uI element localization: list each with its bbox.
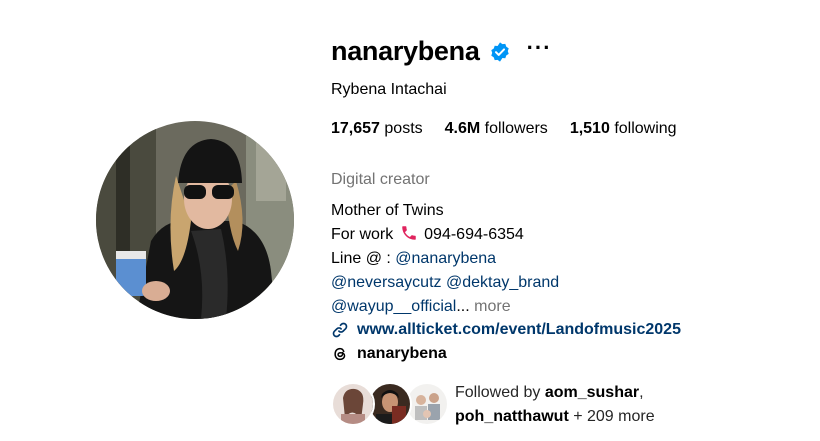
mutual-avatars [331, 382, 449, 426]
mention-link[interactable]: @neversaycutz [331, 274, 442, 291]
threads-handle-link[interactable]: nanarybena [357, 345, 447, 363]
posts-count: 17,657 [331, 120, 380, 137]
username: nanarybena [331, 36, 480, 66]
bio-line-1: Mother of Twins [331, 202, 444, 219]
profile-stats: 17,657 posts 4.6M followers 1,510 follow… [331, 120, 699, 138]
mention-link[interactable]: @wayup__official [331, 298, 456, 315]
avatar-image [96, 121, 294, 319]
bio-phone-number: 094-694-6354 [424, 226, 524, 243]
link-icon [332, 322, 348, 338]
mention-link[interactable]: @nanarybena [395, 250, 496, 267]
mention-link[interactable]: @dektay_brand [446, 274, 559, 291]
bio-line-5: @wayup__official... more [331, 295, 559, 319]
more-options-button[interactable]: ··· [527, 36, 552, 58]
follower-username[interactable]: aom_sushar [545, 384, 639, 401]
website-link-row[interactable]: www.allticket.com/event/Landofmusic2025 [331, 321, 681, 339]
bio-line-4: @neversaycutz @dektay_brand [331, 271, 559, 295]
following-count: 1,510 [569, 120, 610, 137]
bio-more-button[interactable]: more [474, 298, 510, 315]
followed-by-prefix: Followed by [455, 384, 541, 401]
following-stat[interactable]: 1,510 following [570, 120, 677, 138]
posts-stat[interactable]: 17,657 posts [331, 120, 423, 138]
profile-category: Digital creator [331, 171, 430, 188]
profile-avatar[interactable] [96, 121, 294, 319]
threads-icon [334, 347, 346, 361]
following-label: following [614, 120, 677, 137]
bio-line-2: For work 094-694-6354 [331, 223, 559, 247]
website-link[interactable]: www.allticket.com/event/Landofmusic2025 [357, 321, 681, 339]
threads-link-row[interactable]: nanarybena [331, 345, 447, 363]
follower-username[interactable]: poh_natthawut [455, 408, 569, 425]
followers-label: followers [484, 120, 548, 137]
verified-badge-icon [490, 41, 509, 62]
followers-stat[interactable]: 4.6M followers [445, 120, 548, 138]
bio-line-3: Line @ : @nanarybena [331, 247, 559, 271]
full-name: Rybena Intachai [331, 81, 447, 98]
bio-line-label: Line @ : [331, 250, 391, 267]
followers-count: 4.6M [444, 120, 481, 137]
bio-work-label: For work [331, 226, 394, 243]
phone-icon [401, 226, 416, 240]
bio: Mother of Twins For work 094-694-6354 Li… [331, 199, 559, 319]
posts-label: posts [384, 120, 423, 137]
followed-by-more: + 209 more [573, 408, 655, 425]
bio-ellipsis: ... [456, 298, 470, 315]
avatar [331, 382, 375, 426]
followed-by-section[interactable]: Followed by aom_sushar, poh_natthawut + … [331, 382, 655, 429]
followed-by-text: Followed by aom_sushar, poh_natthawut + … [455, 384, 655, 425]
username-row: nanarybena ··· [331, 36, 552, 67]
